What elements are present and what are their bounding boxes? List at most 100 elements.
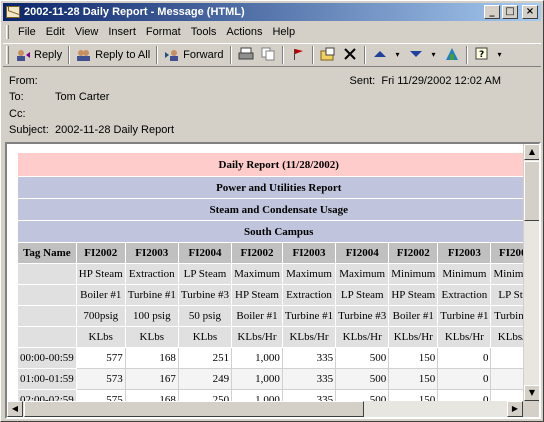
scroll-left-icon[interactable]: ◀ xyxy=(7,401,23,417)
message-window: 2002-11-28 Daily Report - Message (HTML)… xyxy=(0,0,544,422)
report-table: Daily Report (11/28/2002) Power and Util… xyxy=(17,152,523,401)
menu-grip[interactable] xyxy=(6,25,9,39)
vertical-scrollbar[interactable]: ▲ ▼ xyxy=(523,144,539,401)
desc-cell: Boiler #1 xyxy=(75,284,126,306)
desc-cell: 700psig xyxy=(75,305,126,327)
value-cell: 335 xyxy=(281,347,337,369)
reply-button[interactable]: Reply xyxy=(12,45,65,65)
value-cell: 167 xyxy=(124,368,179,390)
data-row: 01:00-01:59 573 167 249 1,000 335 500 15… xyxy=(17,368,523,390)
separator xyxy=(229,46,232,64)
unit-cell: KLbs/H xyxy=(490,326,523,348)
unit-cell: KLbs xyxy=(75,326,126,348)
value-cell: 500 xyxy=(335,347,390,369)
forward-icon xyxy=(165,50,179,61)
toolbar: Reply Reply to All Forward ▾ ▾ ? ▾ xyxy=(3,43,541,67)
desc-cell: Extraction xyxy=(437,284,492,306)
separator xyxy=(68,46,71,64)
tag-cell: FI2003 xyxy=(124,242,179,264)
report-title-row: Daily Report (11/28/2002) xyxy=(17,152,523,177)
horizontal-scrollbar[interactable]: ◀ ▶ xyxy=(7,401,523,417)
description-row: Boiler #1 Turbine #1 Turbine #3 HP Steam… xyxy=(17,284,523,306)
move-to-folder-icon[interactable] xyxy=(320,47,336,63)
vertical-scroll-thumb[interactable] xyxy=(524,161,539,221)
message-body[interactable]: Daily Report (11/28/2002) Power and Util… xyxy=(5,142,541,419)
title-bar[interactable]: 2002-11-28 Daily Report - Message (HTML)… xyxy=(3,3,541,21)
address-book-icon[interactable] xyxy=(444,47,460,63)
unit-cell: KLbs xyxy=(124,326,179,348)
tag-cell: FI2004 xyxy=(490,242,523,264)
desc-cell: Extraction xyxy=(124,263,179,285)
print-icon[interactable] xyxy=(238,47,254,63)
tag-cell: FI2003 xyxy=(281,242,337,264)
desc-cell: HP Steam xyxy=(388,284,439,306)
value-cell: 168 xyxy=(124,389,179,401)
toolbar-grip[interactable] xyxy=(6,46,9,64)
data-row: 00:00-00:59 577 168 251 1,000 335 500 15… xyxy=(17,347,523,369)
value-cell: 0 xyxy=(437,347,492,369)
menu-edit[interactable]: Edit xyxy=(41,26,70,38)
report-subtitle-row: South Campus xyxy=(17,220,523,243)
menu-help[interactable]: Help xyxy=(267,26,300,38)
value-cell: 168 xyxy=(124,347,179,369)
menu-format[interactable]: Format xyxy=(141,26,186,38)
to-label: To: xyxy=(9,91,24,103)
desc-cell: Minimum xyxy=(437,263,492,285)
value-cell: 150 xyxy=(388,368,439,390)
value-cell: 577 xyxy=(75,347,126,369)
desc-cell: Turbine #3 xyxy=(177,284,233,306)
sent-row: Sent: Fri 11/29/2002 12:02 AM xyxy=(350,75,501,87)
menu-view[interactable]: View xyxy=(70,26,104,38)
menu-file[interactable]: File xyxy=(13,26,41,38)
to-value[interactable]: Tom Carter xyxy=(55,91,109,103)
value-cell: 573 xyxy=(75,368,126,390)
sent-label: Sent: xyxy=(349,75,376,87)
tag-cell: FI2002 xyxy=(231,242,283,264)
tag-cell: FI2003 xyxy=(437,242,492,264)
description-row: HP Steam Extraction LP Steam Maximum Max… xyxy=(17,263,523,285)
tag-name-header: Tag Name xyxy=(17,242,77,264)
forward-button[interactable]: Forward xyxy=(161,45,226,65)
menu-tools[interactable]: Tools xyxy=(186,26,222,38)
reply-all-button[interactable]: Reply to All xyxy=(73,45,153,65)
value-cell xyxy=(490,389,523,401)
cc-label: Cc: xyxy=(9,108,26,120)
copy-icon[interactable] xyxy=(260,47,276,63)
desc-cell: Boiler #1 xyxy=(388,305,439,327)
window-title: 2002-11-28 Daily Report - Message (HTML) xyxy=(24,6,245,18)
value-cell: 500 xyxy=(335,389,390,401)
previous-dropdown-icon[interactable]: ▾ xyxy=(394,47,402,63)
help-icon[interactable]: ? xyxy=(474,47,490,63)
reply-all-icon xyxy=(77,50,91,61)
previous-item-icon[interactable] xyxy=(372,47,388,63)
close-button[interactable]: × xyxy=(522,5,538,19)
scroll-corner xyxy=(523,401,539,417)
report-subtitle-2: Steam and Condensate Usage xyxy=(17,198,523,221)
scroll-down-icon[interactable]: ▼ xyxy=(524,385,539,401)
next-item-icon[interactable] xyxy=(408,47,424,63)
scroll-right-icon[interactable]: ▶ xyxy=(507,401,523,417)
minimize-button[interactable]: _ xyxy=(484,5,500,19)
maximize-button[interactable]: □ xyxy=(502,5,518,19)
desc-cell: Minimum xyxy=(490,263,523,285)
report-subtitle-row: Power and Utilities Report xyxy=(17,176,523,199)
delete-icon[interactable] xyxy=(342,47,358,63)
unit-cell: KLbs/Hr xyxy=(335,326,390,348)
menu-actions[interactable]: Actions xyxy=(221,26,267,38)
from-label: From: xyxy=(9,75,38,87)
svg-text:?: ? xyxy=(479,50,484,60)
forward-label: Forward xyxy=(183,49,224,61)
horizontal-scroll-thumb[interactable] xyxy=(24,401,364,417)
menu-insert[interactable]: Insert xyxy=(103,26,141,38)
separator xyxy=(281,46,284,64)
unit-cell: KLbs/Hr xyxy=(281,326,337,348)
help-dropdown-icon[interactable]: ▾ xyxy=(496,47,504,63)
desc-cell: LP Stea xyxy=(490,284,523,306)
next-dropdown-icon[interactable]: ▾ xyxy=(430,47,438,63)
separator xyxy=(156,46,159,64)
report-table-wrap: Daily Report (11/28/2002) Power and Util… xyxy=(17,152,523,401)
value-cell: 1,000 xyxy=(231,389,283,401)
follow-up-flag-icon[interactable] xyxy=(290,47,306,63)
scroll-up-icon[interactable]: ▲ xyxy=(524,144,539,160)
desc-cell: Turbine # xyxy=(490,305,523,327)
